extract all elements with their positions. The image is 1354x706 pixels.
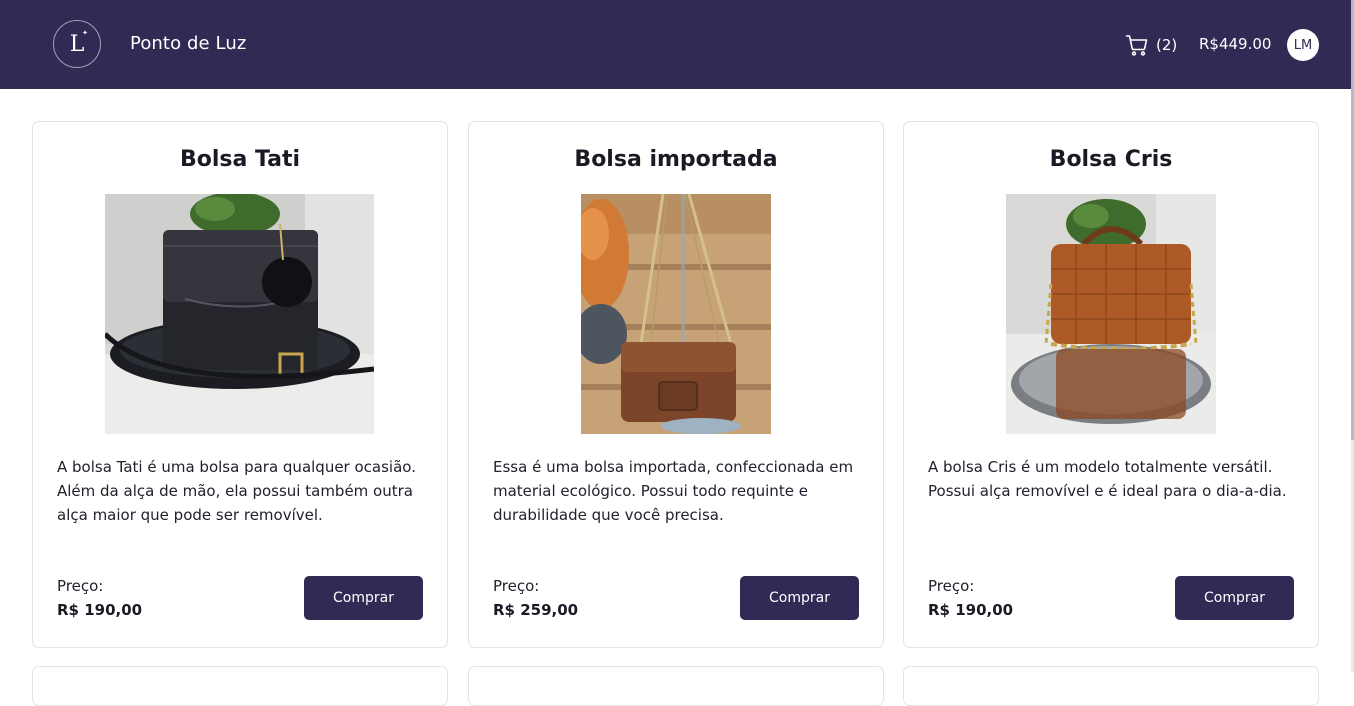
product-card-partial — [468, 666, 884, 706]
product-card-partial — [903, 666, 1319, 706]
product-title: Bolsa Tati — [179, 147, 301, 172]
price-label: Preço: — [57, 577, 104, 595]
product-image — [1006, 194, 1216, 434]
logo-sparkle-icon: ✦ — [82, 29, 88, 37]
product-card-bolsa-importada: Bolsa importada Essa é uma bolsa importa… — [468, 121, 884, 648]
product-card-bolsa-cris: Bolsa Cris A bolsa Cris é um modelo tota… — [903, 121, 1319, 648]
product-description: Essa é uma bolsa importada, confeccionad… — [493, 458, 854, 524]
cart-total: R$449.00 — [1199, 35, 1272, 53]
cart-count: (2) — [1156, 36, 1178, 54]
brand-name[interactable]: Ponto de Luz — [130, 33, 246, 54]
brown-chain-bag-photo — [581, 194, 771, 434]
caramel-quilted-bag-photo — [1006, 194, 1216, 434]
user-avatar[interactable]: LM — [1287, 29, 1319, 61]
cart-button[interactable]: (2) — [1125, 33, 1177, 57]
buy-button[interactable]: Comprar — [304, 576, 423, 620]
product-image — [581, 194, 771, 434]
black-handbag-photo — [105, 194, 374, 434]
product-description: A bolsa Tati é uma bolsa para qualquer o… — [57, 458, 416, 524]
shopping-cart-icon — [1125, 35, 1148, 56]
price-label: Preço: — [493, 577, 540, 595]
price-value: R$ 259,00 — [493, 601, 579, 619]
buy-button[interactable]: Comprar — [1175, 576, 1294, 620]
buy-button[interactable]: Comprar — [740, 576, 859, 620]
product-title: Bolsa importada — [574, 147, 778, 172]
product-description: A bolsa Cris é um modelo totalmente vers… — [928, 458, 1287, 500]
product-card-bolsa-tati: Bolsa Tati A bolsa Tati é uma bolsa para… — [32, 121, 448, 648]
product-image — [105, 194, 374, 434]
top-navbar: L ✦ Ponto de Luz (2) R$449.00 LM — [0, 0, 1351, 89]
price-label: Preço: — [928, 577, 975, 595]
brand-logo[interactable]: L ✦ — [53, 20, 101, 68]
product-title: Bolsa Cris — [1049, 147, 1173, 172]
price-value: R$ 190,00 — [928, 601, 1014, 619]
product-card-partial — [32, 666, 448, 706]
price-value: R$ 190,00 — [57, 601, 143, 619]
